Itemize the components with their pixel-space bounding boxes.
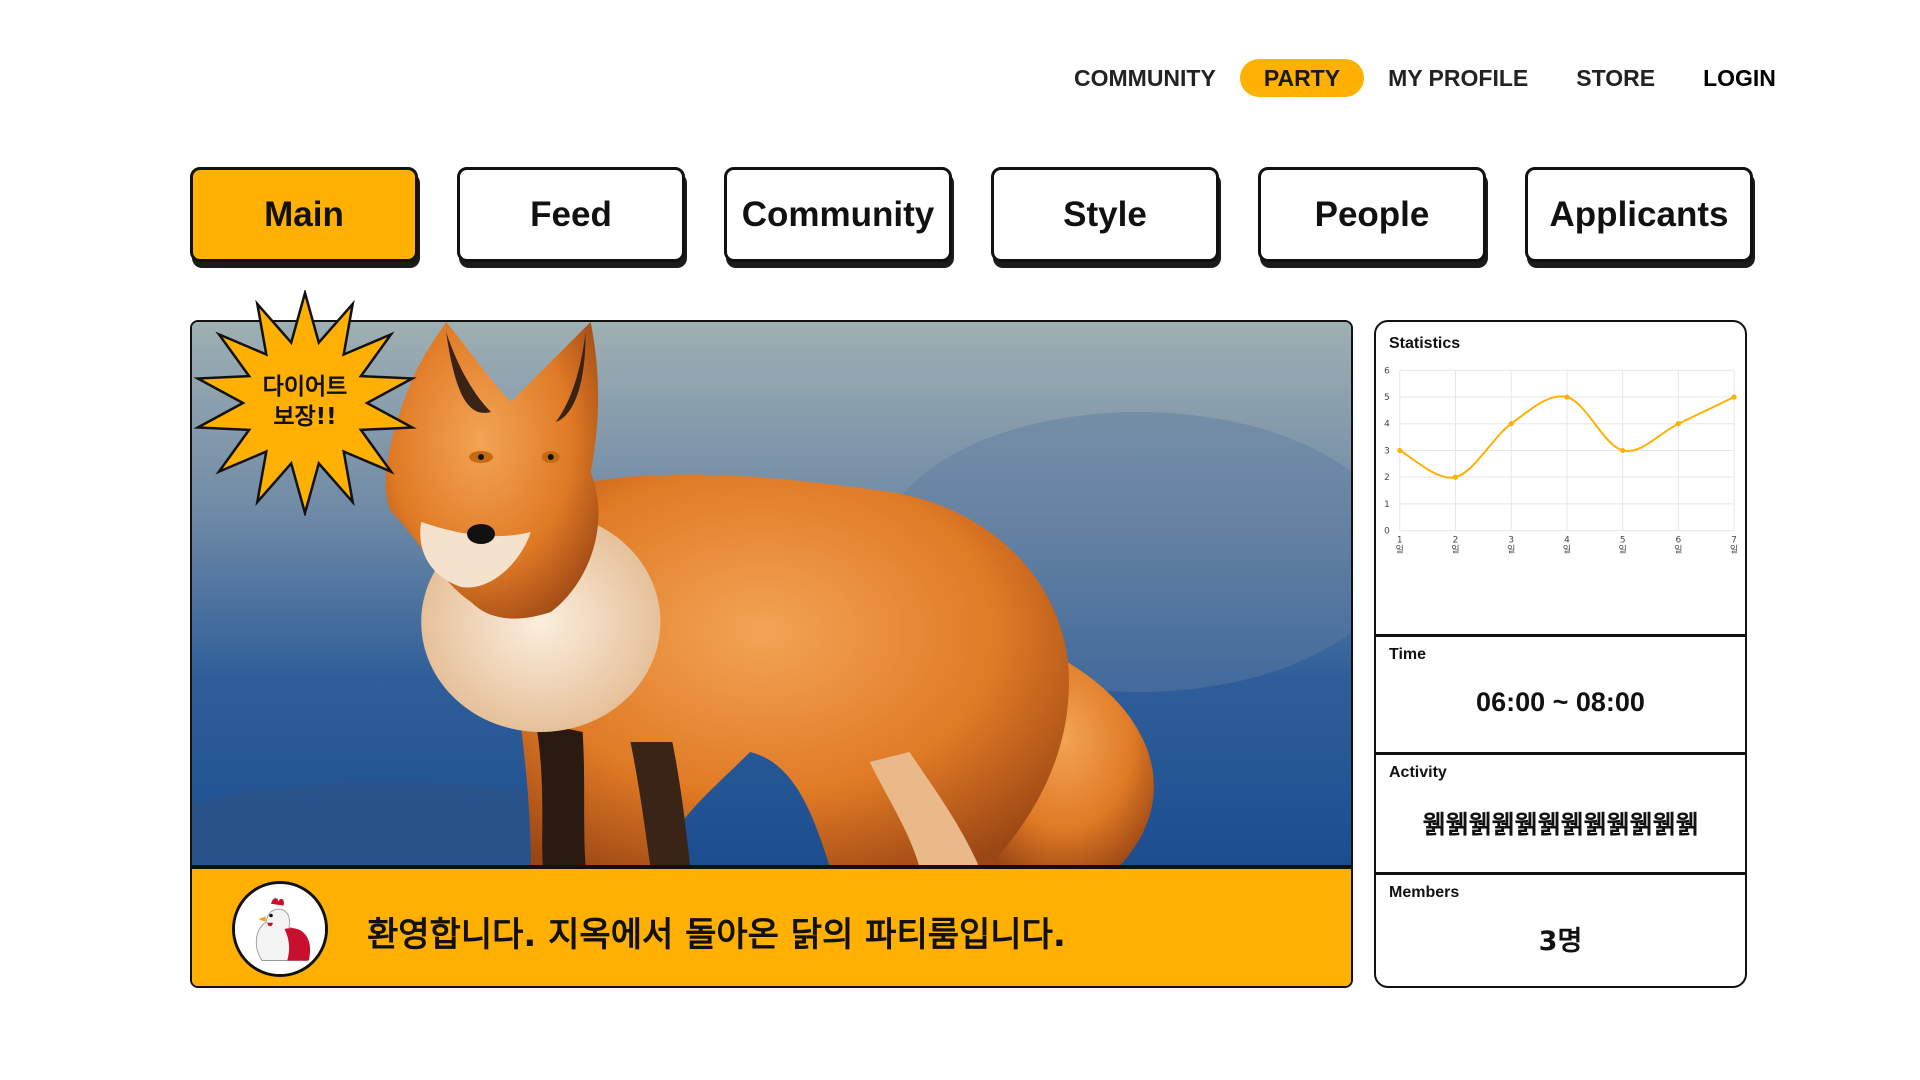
- statistics-label: Statistics: [1389, 335, 1461, 352]
- activity-value: 웱웱웱웱웱웱웱웱웱웱웱웱: [1422, 810, 1699, 839]
- data-point: [1452, 474, 1459, 480]
- y-tick-label: 2: [1384, 473, 1390, 483]
- tab-community[interactable]: Community: [724, 167, 952, 262]
- tab-feed[interactable]: Feed: [457, 167, 685, 262]
- x-tick-label: 1: [1397, 535, 1403, 545]
- statistics-chart: 01234561일2일3일4일5일6일7일: [1376, 359, 1745, 624]
- x-tick-label-unit: 일: [1730, 544, 1738, 555]
- data-point: [1675, 421, 1681, 427]
- data-point: [1397, 447, 1403, 454]
- party-info-panel: Statistics 01234561일2일3일4일5일6일7일 Time 06…: [1374, 320, 1747, 988]
- y-tick-label: 4: [1384, 420, 1390, 430]
- y-tick-label: 6: [1384, 366, 1390, 376]
- data-point: [1564, 394, 1570, 400]
- badge-text: 다이어트 보장!!: [192, 372, 418, 432]
- nav-item-community[interactable]: COMMUNITY: [1050, 59, 1240, 97]
- members-label: Members: [1389, 884, 1460, 901]
- tab-applicants[interactable]: Applicants: [1525, 167, 1753, 262]
- nav-item-login[interactable]: LOGIN: [1679, 59, 1800, 97]
- x-tick-label-unit: 일: [1396, 544, 1404, 555]
- top-nav: COMMUNITY PARTY MY PROFILE STORE LOGIN: [1050, 58, 1800, 98]
- y-tick-label: 1: [1384, 500, 1390, 510]
- x-tick-label: 5: [1620, 535, 1626, 545]
- x-tick-label-unit: 일: [1563, 544, 1571, 555]
- welcome-banner: 환영합니다. 지옥에서 돌아온 닭의 파티룸입니다.: [192, 865, 1351, 986]
- diet-badge: 다이어트 보장!!: [192, 290, 418, 516]
- x-tick-label-unit: 일: [1451, 544, 1459, 555]
- x-tick-label: 6: [1676, 535, 1682, 545]
- data-point: [1620, 447, 1626, 454]
- data-point: [1731, 394, 1737, 400]
- tab-main[interactable]: Main: [190, 167, 418, 262]
- line-chart: 01234561일2일3일4일5일6일7일: [1384, 366, 1738, 555]
- statistics-section: Statistics 01234561일2일3일4일5일6일7일: [1376, 322, 1745, 634]
- badge-line-1: 다이어트: [262, 374, 348, 400]
- time-section: Time 06:00 ~ 08:00: [1376, 634, 1745, 752]
- data-point: [1508, 421, 1514, 427]
- x-tick-label: 7: [1731, 535, 1737, 545]
- x-tick-label: 2: [1453, 535, 1459, 545]
- welcome-message: 환영합니다. 지옥에서 돌아온 닭의 파티룸입니다.: [367, 915, 1066, 955]
- y-tick-label: 3: [1384, 446, 1390, 456]
- time-value: 06:00 ~ 08:00: [1476, 687, 1645, 717]
- members-section: Members 3명: [1376, 872, 1745, 986]
- nav-item-store[interactable]: STORE: [1552, 59, 1679, 97]
- chicken-icon[interactable]: [232, 881, 328, 977]
- x-tick-label: 4: [1564, 535, 1570, 545]
- nav-item-my-profile[interactable]: MY PROFILE: [1364, 59, 1552, 97]
- x-tick-label-unit: 일: [1674, 544, 1682, 555]
- y-tick-label: 5: [1384, 393, 1390, 403]
- x-tick-label: 3: [1508, 535, 1514, 545]
- nav-item-party[interactable]: PARTY: [1239, 59, 1365, 97]
- y-tick-label: 0: [1384, 527, 1390, 537]
- time-label: Time: [1389, 646, 1427, 663]
- x-tick-label-unit: 일: [1619, 544, 1627, 555]
- activity-label: Activity: [1389, 764, 1447, 781]
- x-tick-label-unit: 일: [1507, 544, 1515, 555]
- badge-line-2: 보장!!: [273, 404, 337, 430]
- tab-people[interactable]: People: [1258, 167, 1486, 262]
- activity-section: Activity 웱웱웱웱웱웱웱웱웱웱웱웱: [1376, 752, 1745, 872]
- members-value: 3명: [1538, 926, 1583, 957]
- tab-style[interactable]: Style: [991, 167, 1219, 262]
